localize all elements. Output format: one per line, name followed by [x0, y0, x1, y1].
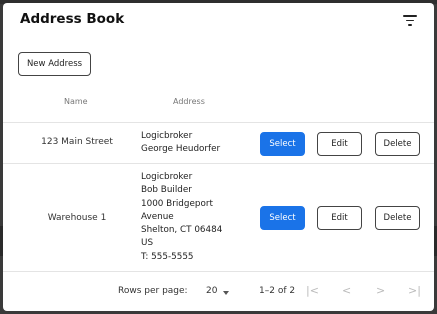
dialog-title: Address Book	[20, 11, 125, 27]
row-name: Warehouse 1	[47, 213, 107, 223]
new-address-button[interactable]: New Address	[18, 52, 91, 76]
address-line: Avenue	[141, 211, 174, 222]
last-page-icon[interactable]: >|	[408, 284, 421, 297]
address-line: Logicbroker	[141, 131, 193, 141]
row-divider	[3, 163, 434, 164]
select-button[interactable]: Select	[260, 206, 305, 230]
edit-button[interactable]: Edit	[317, 206, 362, 230]
rows-per-page-label: Rows per page:	[118, 286, 188, 296]
row-address: Logicbroker George Heudorfer	[141, 130, 220, 157]
header-divider	[3, 122, 434, 123]
address-line: Logicbroker	[141, 172, 193, 182]
row-address: Logicbroker Bob Builder 1000 Bridgeport …	[141, 171, 222, 264]
select-button[interactable]: Select	[260, 132, 305, 156]
column-header-name: Name	[64, 97, 88, 106]
address-line: Bob Builder	[141, 185, 192, 196]
address-book-dialog: Address Book New Address Name Address 12…	[3, 3, 434, 311]
delete-button[interactable]: Delete	[375, 206, 420, 230]
chevron-down-icon[interactable]	[223, 291, 229, 295]
column-header-address: Address	[173, 97, 205, 106]
address-line: US	[141, 238, 154, 249]
first-page-icon[interactable]: |<	[306, 284, 319, 297]
pagination-range: 1–2 of 2	[259, 286, 296, 296]
footer-divider	[3, 271, 434, 272]
delete-button[interactable]: Delete	[375, 132, 420, 156]
rows-per-page-value[interactable]: 20	[206, 286, 217, 296]
address-line: Shelton, CT 06484	[141, 225, 223, 236]
filter-list-icon[interactable]	[403, 14, 417, 26]
address-line: 1000 Bridgeport	[141, 198, 213, 209]
edit-button[interactable]: Edit	[317, 132, 362, 156]
address-line: George Heudorfer	[141, 144, 221, 155]
address-line: T: 555-5555	[141, 251, 194, 262]
prev-page-icon[interactable]: <	[342, 284, 351, 297]
row-name: 123 Main Street	[41, 137, 113, 147]
next-page-icon[interactable]: >	[376, 284, 385, 297]
